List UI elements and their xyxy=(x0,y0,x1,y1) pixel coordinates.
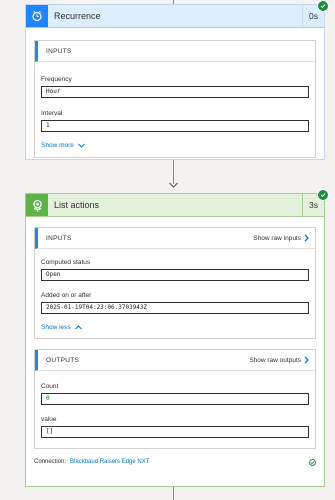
list-actions-title: List actions xyxy=(54,200,100,210)
recurrence-title: Recurrence xyxy=(54,11,101,21)
show-raw-outputs-label: Show raw outputs xyxy=(249,356,301,364)
frequency-label: Frequency xyxy=(41,76,72,83)
value-field: value [] xyxy=(35,416,315,448)
frequency-value[interactable]: Hour xyxy=(41,86,309,98)
chevron-right-icon xyxy=(304,356,309,364)
value-value[interactable]: [] xyxy=(41,426,309,438)
chevron-right-icon xyxy=(304,234,309,242)
raisers-edge-icon xyxy=(32,199,42,211)
value-label: value xyxy=(41,416,57,423)
added-on-value[interactable]: 2025-01-19T04:23:06.3703943Z xyxy=(41,302,309,314)
list-actions-header[interactable]: List actions 3s xyxy=(26,189,329,217)
recurrence-header[interactable]: Recurrence 0s xyxy=(26,0,329,28)
list-actions-success-check-icon xyxy=(317,189,329,201)
interval-field: Interval 1 xyxy=(35,110,315,132)
recurrence-inputs-header: INPUTS xyxy=(35,41,315,62)
list-actions-card[interactable]: List actions 3s INPUTS Show raw inputs C… xyxy=(25,189,329,487)
show-more-label: Show more xyxy=(41,142,74,149)
list-actions-inputs-header: INPUTS Show raw inputs xyxy=(35,228,315,249)
connection-ok-icon xyxy=(309,458,316,466)
recurrence-icon-box xyxy=(26,5,48,27)
interval-label: Interval xyxy=(41,110,63,117)
list-actions-outputs-section: OUTPUTS Show raw outputs Count 0 value [… xyxy=(34,349,316,449)
recurrence-inputs-title: INPUTS xyxy=(46,47,72,55)
show-raw-inputs-label: Show raw inputs xyxy=(253,234,301,242)
show-raw-outputs-link[interactable]: Show raw outputs xyxy=(249,356,309,364)
connection-label: Connection: xyxy=(34,459,67,465)
list-actions-outputs-title: OUTPUTS xyxy=(46,356,80,364)
count-value[interactable]: 0 xyxy=(41,393,309,405)
interval-value[interactable]: 1 xyxy=(41,120,309,132)
recurrence-success-check-icon xyxy=(317,0,329,12)
connection-row: Connection: Blackbaud Raisers Edge NXT xyxy=(26,455,324,469)
computed-status-value[interactable]: Open xyxy=(41,269,309,281)
show-less-link[interactable]: Show less xyxy=(41,324,309,331)
list-actions-inputs-section: INPUTS Show raw inputs Computed status O… xyxy=(34,227,316,339)
computed-status-field: Computed status Open xyxy=(35,259,315,281)
computed-status-label: Computed status xyxy=(41,259,91,266)
added-on-label: Added on or after xyxy=(41,292,92,299)
recurrence-card[interactable]: Recurrence 0s INPUTS Frequency Hour Inte… xyxy=(25,0,329,160)
connection-name-link[interactable]: Blackbaud Raisers Edge NXT xyxy=(70,459,149,465)
bottom-connector-line xyxy=(173,487,174,500)
arrow-down-icon xyxy=(169,182,178,188)
show-raw-inputs-link[interactable]: Show raw inputs xyxy=(253,234,309,242)
count-label: Count xyxy=(41,383,59,390)
frequency-field: Frequency Hour xyxy=(35,76,315,98)
show-more-link[interactable]: Show more xyxy=(41,142,309,149)
show-less-label: Show less xyxy=(41,324,71,331)
chevron-down-icon xyxy=(78,143,85,148)
clock-icon xyxy=(32,10,42,22)
chevron-up-icon xyxy=(74,325,82,330)
count-field: Count 0 xyxy=(35,383,315,405)
list-actions-outputs-header: OUTPUTS Show raw outputs xyxy=(35,350,315,371)
added-on-field: Added on or after 2025-01-19T04:23:06.37… xyxy=(35,292,315,314)
list-actions-icon-box xyxy=(26,194,48,216)
list-actions-inputs-title: INPUTS xyxy=(46,234,72,242)
recurrence-inputs-section: INPUTS Frequency Hour Interval 1 Show mo… xyxy=(34,40,316,158)
